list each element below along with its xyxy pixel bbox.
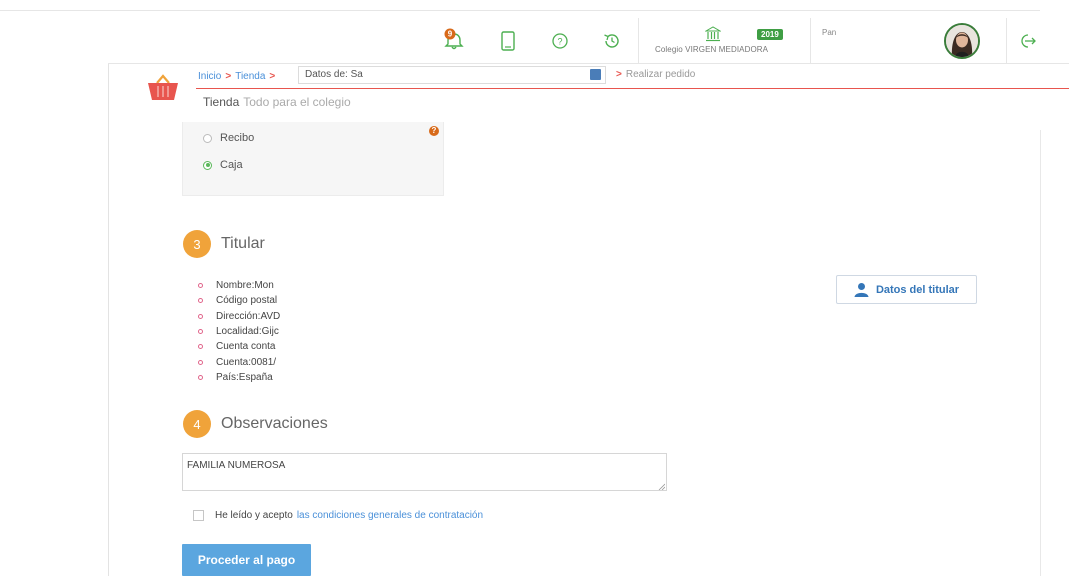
save-icon[interactable]	[590, 69, 601, 80]
datos-del-titular-button[interactable]: Datos del titular	[836, 275, 977, 304]
datos-del-titular-label: Datos del titular	[875, 283, 960, 296]
bullet-icon	[198, 359, 203, 365]
radio-caja[interactable]	[203, 160, 212, 170]
breadcrumb-separator-icon: >	[269, 70, 276, 82]
observaciones-textarea[interactable]: FAMILIA NUMEROSA	[182, 453, 667, 491]
payment-option-label: Recibo	[220, 132, 255, 144]
proceed-to-payment-button[interactable]: Proceder al pago	[182, 544, 311, 576]
step-titular-heading: 3 Titular	[183, 230, 265, 258]
bullet-icon	[198, 344, 203, 350]
breadcrumb-tienda[interactable]: Tienda	[235, 71, 265, 82]
terms-checkbox[interactable]	[193, 510, 204, 521]
payment-help-icon[interactable]: ?	[429, 126, 439, 136]
datos-de-selector[interactable]: Datos de: Sa	[298, 66, 606, 84]
resize-grip-icon[interactable]	[658, 483, 665, 490]
step-number-badge: 3	[183, 230, 211, 258]
list-item: País:España	[198, 370, 280, 385]
payment-option-label: Caja	[220, 159, 243, 171]
header-accent-line	[196, 88, 1069, 89]
svg-text:?: ?	[557, 37, 562, 47]
school-name: Colegio VIRGEN MEDIADORA	[655, 45, 769, 54]
bullet-icon	[198, 329, 203, 335]
terms-acceptance: He leído y acepto las condiciones genera…	[193, 510, 483, 521]
list-item: Dirección:AVD	[198, 309, 280, 324]
bullet-icon	[198, 374, 203, 380]
list-item: Cuenta conta	[198, 339, 280, 354]
list-item: Nombre:Mon	[198, 278, 280, 293]
history-icon[interactable]	[596, 18, 628, 64]
breadcrumb-separator-icon: >	[616, 69, 622, 80]
notification-count: 9	[448, 30, 453, 39]
top-divider	[0, 10, 1040, 11]
shopping-basket-icon	[146, 72, 180, 107]
titular-info-list: Nombre:Mon Código postal Dirección:AVD L…	[198, 278, 280, 385]
step-title: Titular	[221, 235, 265, 252]
payment-option-recibo[interactable]: Recibo	[203, 132, 254, 144]
bullet-icon	[198, 313, 203, 319]
radio-recibo[interactable]	[203, 133, 212, 143]
tablet-icon[interactable]	[492, 18, 524, 64]
school-selector[interactable]: 2019 Colegio VIRGEN MEDIADORA	[649, 24, 789, 60]
list-item: Cuenta:0081/	[198, 354, 280, 369]
year-badge: 2019	[757, 29, 783, 40]
help-icon[interactable]: ?	[544, 18, 576, 64]
header-divider	[1006, 18, 1007, 64]
datos-de-label: Datos de: Sa	[305, 69, 363, 80]
breadcrumb-separator-icon: >	[225, 70, 232, 82]
logout-icon[interactable]	[1012, 18, 1044, 64]
user-icon	[854, 283, 869, 297]
bullet-icon	[198, 283, 203, 289]
breadcrumb: Inicio > Tienda >	[198, 67, 279, 85]
page-title-text: Tienda	[203, 95, 240, 109]
next-step-label: Realizar pedido	[625, 69, 696, 80]
breadcrumb-inicio[interactable]: Inicio	[198, 71, 221, 82]
list-item: Localidad:Gijc	[198, 324, 280, 339]
terms-text: He leído y acepto	[215, 510, 293, 521]
terms-link[interactable]: las condiciones generales de contratació…	[297, 510, 483, 521]
header-divider	[810, 18, 811, 64]
top-header: 9 ? 2019 Colegio VIRGEN MEDIADORA Pan	[108, 18, 1069, 64]
user-name: Pan	[822, 28, 837, 37]
header-divider	[638, 18, 639, 64]
user-avatar[interactable]	[944, 23, 980, 59]
payment-option-caja[interactable]: Caja	[203, 159, 243, 171]
step-number-badge: 4	[183, 410, 211, 438]
content-frame-right-border	[1040, 130, 1041, 576]
school-building-icon	[705, 26, 721, 42]
step-title: Observaciones	[221, 415, 328, 432]
page-subtitle: Todo para el colegio	[243, 95, 351, 109]
page-title: Tienda Todo para el colegio	[203, 95, 351, 109]
bullet-icon	[198, 298, 203, 304]
list-item: Código postal	[198, 293, 280, 308]
step-observaciones-heading: 4 Observaciones	[183, 410, 328, 438]
breadcrumb-next-step: > Realizar pedido	[612, 69, 695, 80]
notifications-bell-icon[interactable]: 9	[438, 18, 470, 64]
